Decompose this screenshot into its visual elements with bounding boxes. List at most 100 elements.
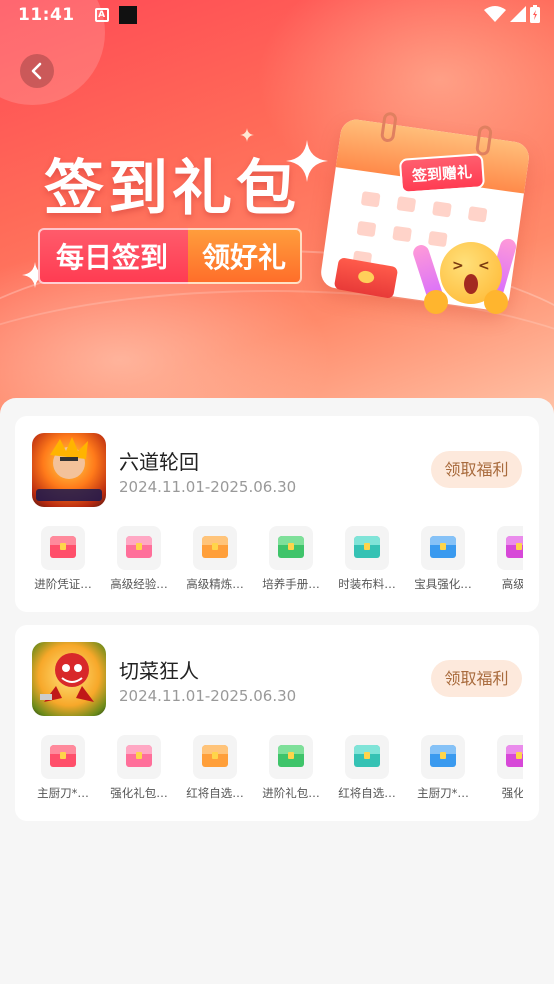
status-time: 11:41	[18, 5, 75, 25]
reward-icon-box	[41, 735, 85, 779]
reward-item[interactable]: 进阶礼包…	[253, 735, 325, 805]
reward-label: 强化礼	[501, 786, 523, 800]
reward-item[interactable]: 红将自选…	[177, 735, 249, 805]
reward-item[interactable]: 高级培	[481, 526, 523, 596]
game-date-range: 2024.11.01-2025.06.30	[119, 687, 297, 705]
chest-lock	[212, 543, 218, 550]
reward-item[interactable]: 强化礼	[481, 735, 523, 805]
slogan-get-gift: 领好礼	[188, 228, 303, 284]
calendar-cell	[392, 225, 413, 243]
reward-item[interactable]: 进阶凭证…	[25, 526, 97, 596]
reward-item[interactable]: 宝具强化…	[405, 526, 477, 596]
reward-label: 红将自选…	[338, 786, 396, 800]
reward-list: 进阶凭证… 高级经验… 高级精炼… 培养手册… 时装布料… 宝具强化… 高级	[15, 526, 523, 596]
treasure-chest-icon	[50, 536, 76, 558]
reward-label: 高级经验…	[110, 577, 168, 591]
gift-list: 六道轮回 2024.11.01-2025.06.30 领取福利 进阶凭证… 高级…	[0, 398, 554, 984]
reward-label: 强化礼包…	[110, 786, 168, 800]
game-card: 六道轮回 2024.11.01-2025.06.30 领取福利 进阶凭证… 高级…	[15, 416, 539, 612]
reward-label: 时装布料…	[338, 577, 396, 591]
slogan-daily-signin: 每日签到	[38, 228, 189, 284]
chest-lock	[516, 752, 522, 759]
reward-label: 高级精炼…	[186, 577, 244, 591]
game-icon[interactable]	[32, 642, 106, 716]
reward-item[interactable]: 高级经验…	[101, 526, 173, 596]
reward-item[interactable]: 强化礼包…	[101, 735, 173, 805]
emoji-foot	[424, 290, 448, 314]
game-icon[interactable]	[32, 433, 106, 507]
reward-icon-box	[345, 735, 389, 779]
treasure-chest-icon	[202, 745, 228, 767]
treasure-chest-icon	[506, 536, 523, 558]
reward-label: 红将自选…	[186, 786, 244, 800]
treasure-chest-icon	[354, 536, 380, 558]
game-name: 六道轮回	[119, 450, 199, 474]
reward-item[interactable]: 主厨刀*…	[405, 735, 477, 805]
emoji-eye: >	[452, 258, 464, 274]
reward-icon-box	[41, 526, 85, 570]
sparkle-icon	[240, 128, 254, 142]
chest-lock	[136, 752, 142, 759]
chest-lock	[516, 543, 522, 550]
calendar-cell	[427, 230, 448, 248]
chest-lock	[364, 543, 370, 550]
treasure-chest-icon	[50, 745, 76, 767]
reward-item[interactable]: 高级精炼…	[177, 526, 249, 596]
reward-label: 主厨刀*…	[37, 786, 89, 800]
treasure-chest-icon	[202, 536, 228, 558]
treasure-chest-icon	[278, 536, 304, 558]
chest-lock	[60, 543, 66, 550]
reward-label: 高级培	[501, 577, 523, 591]
reward-item[interactable]: 主厨刀*…	[25, 735, 97, 805]
treasure-chest-icon	[126, 745, 152, 767]
banner: 11:41 A 签到礼包 每日签到 领好礼 签到赠礼 > <	[0, 0, 554, 420]
treasure-chest-icon	[430, 745, 456, 767]
battery-icon	[530, 5, 540, 23]
chest-lock	[440, 543, 446, 550]
claim-welfare-button[interactable]: 领取福利	[431, 451, 522, 488]
calendar-cell	[360, 191, 381, 208]
treasure-chest-icon	[430, 536, 456, 558]
calendar-cell	[396, 196, 417, 213]
calendar-tag: 签到赠礼	[398, 153, 486, 194]
treasure-chest-icon	[506, 745, 523, 767]
reward-icon-box	[345, 526, 389, 570]
emoji-foot	[484, 290, 508, 314]
calendar-cell	[467, 206, 488, 223]
reward-label: 主厨刀*…	[417, 786, 469, 800]
reward-icon-box	[193, 526, 237, 570]
reward-list: 主厨刀*… 强化礼包… 红将自选… 进阶礼包… 红将自选… 主厨刀*… 强化	[15, 735, 523, 805]
reward-label: 培养手册…	[262, 577, 320, 591]
game-card: 切菜狂人 2024.11.01-2025.06.30 领取福利 主厨刀*… 强化…	[15, 625, 539, 821]
treasure-chest-icon	[354, 745, 380, 767]
reward-item[interactable]: 红将自选…	[329, 735, 401, 805]
reward-icon-box	[117, 735, 161, 779]
game-art-icon	[40, 653, 94, 702]
status-right	[484, 5, 540, 23]
treasure-chest-icon	[278, 745, 304, 767]
reward-icon-box	[269, 526, 313, 570]
reward-icon-box	[497, 526, 523, 570]
chest-lock	[440, 752, 446, 759]
reward-label: 进阶凭证…	[34, 577, 92, 591]
reward-item[interactable]: 时装布料…	[329, 526, 401, 596]
reward-icon-box	[421, 526, 465, 570]
claim-welfare-button[interactable]: 领取福利	[431, 660, 522, 697]
game-date-range: 2024.11.01-2025.06.30	[119, 478, 297, 496]
chest-lock	[288, 543, 294, 550]
calendar-cell	[432, 201, 452, 218]
notification-a-icon: A	[94, 8, 109, 22]
reward-icon-box	[269, 735, 313, 779]
game-name: 切菜狂人	[119, 659, 199, 683]
chevron-left-icon	[31, 62, 42, 80]
game-art-icon	[36, 437, 102, 501]
reward-label: 宝具强化…	[414, 577, 472, 591]
treasure-chest-icon	[126, 536, 152, 558]
chest-lock	[60, 752, 66, 759]
notification-square-icon	[118, 6, 137, 24]
back-button[interactable]	[20, 54, 54, 88]
banner-title: 签到礼包	[44, 154, 300, 224]
reward-item[interactable]: 培养手册…	[253, 526, 325, 596]
chest-lock	[212, 752, 218, 759]
reward-icon-box	[497, 735, 523, 779]
